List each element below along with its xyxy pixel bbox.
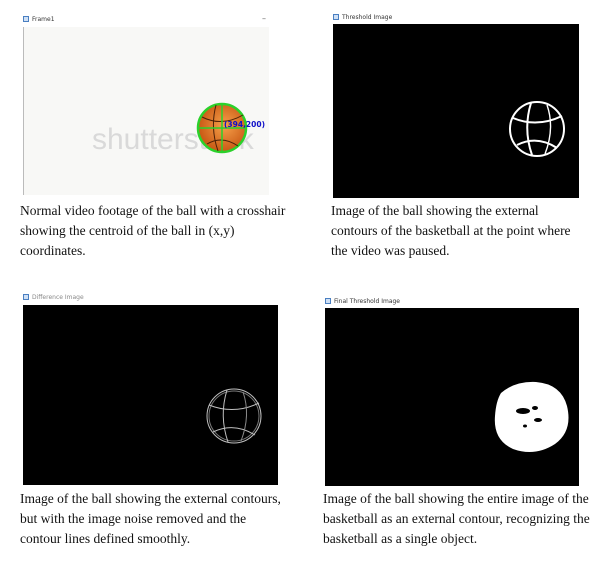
- window-title: Frame1: [32, 15, 55, 23]
- ball-blob: [494, 381, 569, 453]
- caption-frame1: Normal video footage of the ball with a …: [20, 203, 286, 258]
- window-titlebar[interactable]: Final Threshold Image: [325, 294, 579, 308]
- window-title: Threshold Image: [342, 13, 393, 21]
- centroid-coordinates: (394,200): [224, 120, 265, 129]
- window-title: Difference Image: [32, 293, 84, 301]
- caption-final-threshold: Image of the ball showing the entire ima…: [323, 491, 590, 546]
- window-titlebar[interactable]: Difference Image: [23, 290, 278, 304]
- window-titlebar[interactable]: Threshold Image: [333, 10, 579, 24]
- caption-difference: Image of the ball showing the external c…: [20, 491, 281, 546]
- minimize-icon[interactable]: –: [262, 14, 266, 23]
- window-titlebar[interactable]: Frame1 –: [23, 12, 268, 26]
- app-icon: [333, 14, 339, 20]
- caption-threshold: Image of the ball showing the external c…: [331, 203, 571, 258]
- app-icon: [23, 294, 29, 300]
- app-icon: [325, 298, 331, 304]
- ball-edges: [206, 388, 262, 444]
- video-frame: shutterstock (394,200): [23, 27, 269, 195]
- window-title: Final Threshold Image: [334, 297, 401, 305]
- threshold-frame: [333, 24, 579, 198]
- ball-contour: [509, 101, 565, 157]
- final-threshold-frame: [325, 308, 579, 486]
- difference-frame: [23, 305, 278, 485]
- app-icon: [23, 16, 29, 22]
